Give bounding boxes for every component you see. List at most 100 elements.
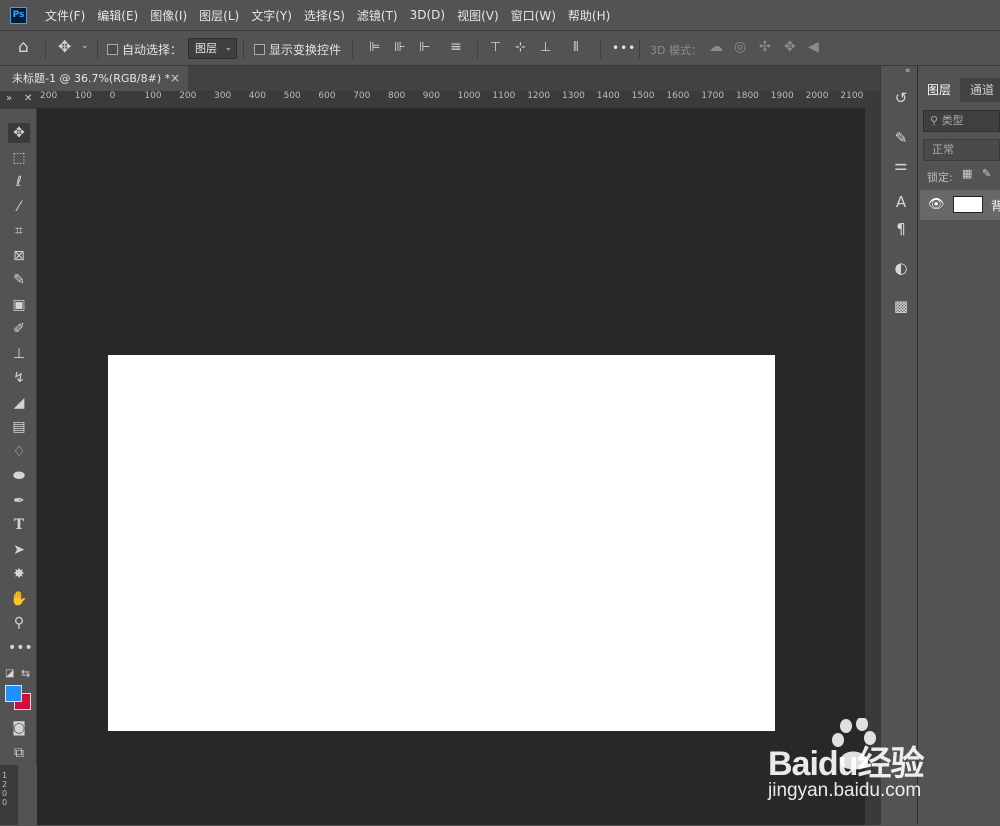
3d-slide-icon[interactable]: ✥	[784, 40, 796, 54]
auto-select-target-dropdown[interactable]: 图层 ⌄	[188, 38, 237, 59]
vertical-ruler-label: 1200	[2, 771, 8, 807]
move-tool-icon[interactable]: ✥	[58, 39, 71, 55]
ruler-tick-label: 2100	[840, 91, 864, 101]
adjustments-icon[interactable]: ⚌	[890, 154, 912, 176]
layer-filter-value: 类型	[941, 114, 964, 127]
menu-window[interactable]: 窗口(W)	[511, 7, 556, 24]
divider	[639, 39, 640, 59]
align-vertical-center-icon[interactable]: ⊹	[515, 41, 526, 54]
custom-shape-tool-icon[interactable]: ✸	[8, 564, 30, 584]
vertical-scrollbar[interactable]	[865, 91, 880, 825]
menu-3d[interactable]: 3D(D)	[410, 8, 445, 22]
document-canvas[interactable]	[108, 355, 775, 731]
crop-tool-icon[interactable]: ⌗	[8, 221, 30, 241]
document-tab[interactable]: 未标题-1 @ 36.7%(RGB/8#) * ×	[0, 66, 188, 91]
3d-pan-icon[interactable]: ✣	[759, 40, 771, 54]
tab-close-icon[interactable]: ×	[170, 66, 180, 91]
dodge-tool-icon[interactable]: ⬬	[8, 466, 30, 486]
ruler-tick-label: 200	[40, 91, 58, 101]
lock-transparent-icon[interactable]: ▦	[962, 167, 972, 180]
home-icon[interactable]: ⌂	[18, 39, 29, 56]
foreground-color-swatch[interactable]	[5, 685, 22, 702]
pen-tool-icon[interactable]: ✒	[8, 491, 30, 511]
color-panel-icon[interactable]: ◐	[890, 257, 912, 279]
screen-mode-icon[interactable]: ⧉	[8, 743, 30, 763]
lock-label: 锁定:	[927, 171, 953, 184]
ruler-tick-label: 700	[353, 91, 371, 101]
clone-stamp-tool-icon[interactable]: ⊥	[8, 344, 30, 364]
hand-tool-icon[interactable]: ✋	[8, 589, 30, 609]
align-top-icon[interactable]: ⊤	[490, 41, 501, 54]
zoom-tool-icon[interactable]: ⚲	[8, 613, 30, 633]
panel-collapse-icon[interactable]: »	[6, 93, 12, 104]
marquee-tool-icon[interactable]: ⬚	[8, 148, 30, 168]
eye-icon[interactable]: 👁	[928, 197, 945, 212]
menu-image[interactable]: 图像(I)	[150, 7, 187, 24]
layer-thumbnail	[953, 196, 983, 213]
ruler-tick-label: 500	[283, 91, 301, 101]
menu-edit[interactable]: 编辑(E)	[97, 7, 138, 24]
ruler-origin-icon[interactable]: ✕	[24, 93, 32, 104]
default-colors-icon[interactable]: ◪	[5, 668, 14, 679]
menu-layer[interactable]: 图层(L)	[199, 7, 239, 24]
eraser-tool-icon[interactable]: ◢	[8, 393, 30, 413]
3d-scale-icon[interactable]: ◀	[808, 40, 819, 54]
chevron-down-icon[interactable]: ⌄	[81, 42, 89, 51]
character-panel-icon[interactable]: A	[890, 191, 912, 213]
eyedropper-tool-icon[interactable]: ✎	[8, 270, 30, 290]
more-options-button[interactable]: •••	[612, 41, 636, 55]
quick-mask-icon[interactable]: ◙	[8, 718, 30, 738]
ruler-tick-label: 300	[214, 91, 232, 101]
frame-tool-icon[interactable]: ⊠	[8, 246, 30, 266]
healing-brush-tool-icon[interactable]: ▣	[8, 295, 30, 315]
dock-collapse-icon[interactable]: «	[905, 66, 911, 76]
menu-bar: Ps 文件(F) 编辑(E) 图像(I) 图层(L) 文字(Y) 选择(S) 滤…	[0, 0, 1000, 30]
ruler-tick-label: 1000	[457, 91, 481, 101]
tab-channels[interactable]: 通道	[970, 78, 994, 102]
align-left-icon[interactable]: ⊫	[369, 41, 380, 54]
swap-colors-icon[interactable]: ⇆	[21, 667, 30, 680]
lock-pixels-icon[interactable]: ✎	[982, 167, 991, 180]
paragraph-panel-icon[interactable]: ¶	[890, 218, 912, 240]
brush-settings-icon[interactable]: ✎	[890, 127, 912, 149]
libraries-icon[interactable]: ▩	[890, 295, 912, 317]
watermark-brand: Baidu经验	[768, 745, 924, 783]
menu-type[interactable]: 文字(Y)	[251, 7, 292, 24]
menu-filter[interactable]: 滤镜(T)	[357, 7, 398, 24]
vertical-ruler[interactable]: 1200	[0, 765, 18, 825]
ruler-tick-label: 1500	[631, 91, 655, 101]
menu-view[interactable]: 视图(V)	[457, 7, 499, 24]
options-bar: ⌂ ✥ ⌄ 自动选择： 图层 ⌄ 显示变换控件 ⊫ ⊪ ⊩ ≡ ⊤ ⊹ ⊥ ⦀ …	[0, 30, 1000, 66]
brush-tool-icon[interactable]: ✐	[8, 319, 30, 339]
tab-layers[interactable]: 图层	[918, 78, 960, 102]
3d-mode-label: 3D 模式：	[650, 44, 702, 57]
more-tools-icon[interactable]: •••	[8, 638, 33, 658]
menu-select[interactable]: 选择(S)	[304, 7, 345, 24]
auto-select-label: 自动选择：	[122, 43, 183, 57]
panel-tabs: 图层 通道	[918, 78, 1000, 102]
blur-tool-icon[interactable]: ♢	[8, 442, 30, 462]
layer-filter-dropdown[interactable]: ⚲ 类型	[923, 110, 1000, 132]
menu-file[interactable]: 文件(F)	[45, 7, 85, 24]
type-tool-icon[interactable]: T	[8, 515, 30, 535]
align-horizontal-center-icon[interactable]: ⊪	[394, 41, 405, 54]
align-right-icon[interactable]: ⊩	[419, 41, 430, 54]
horizontal-ruler[interactable]: 200 100 0 100 200 300 400 500 600 700 800 900 1000 11…	[37, 91, 865, 109]
3d-orbit-icon[interactable]: ☁	[709, 40, 723, 54]
menu-help[interactable]: 帮助(H)	[568, 7, 610, 24]
lasso-tool-icon[interactable]: ℓ	[8, 172, 30, 192]
distribute-horizontal-icon[interactable]: ⦀	[573, 41, 579, 54]
history-brush-tool-icon[interactable]: ↯	[8, 368, 30, 388]
move-tool-icon[interactable]: ✥	[8, 123, 30, 143]
blend-mode-dropdown[interactable]: 正常	[923, 139, 1000, 161]
align-bottom-icon[interactable]: ⊥	[540, 41, 551, 54]
3d-roll-icon[interactable]: ◎	[734, 40, 746, 54]
magic-wand-tool-icon[interactable]: ⁄	[8, 197, 30, 217]
history-panel-icon[interactable]: ↺	[890, 87, 912, 109]
distribute-vertical-icon[interactable]: ≡	[450, 40, 462, 54]
auto-select-checkbox[interactable]	[107, 44, 118, 55]
gradient-tool-icon[interactable]: ▤	[8, 417, 30, 437]
document-tab-title: 未标题-1 @ 36.7%(RGB/8#) *	[12, 72, 171, 85]
path-selection-tool-icon[interactable]: ➤	[8, 540, 30, 560]
show-transform-checkbox[interactable]	[254, 44, 265, 55]
